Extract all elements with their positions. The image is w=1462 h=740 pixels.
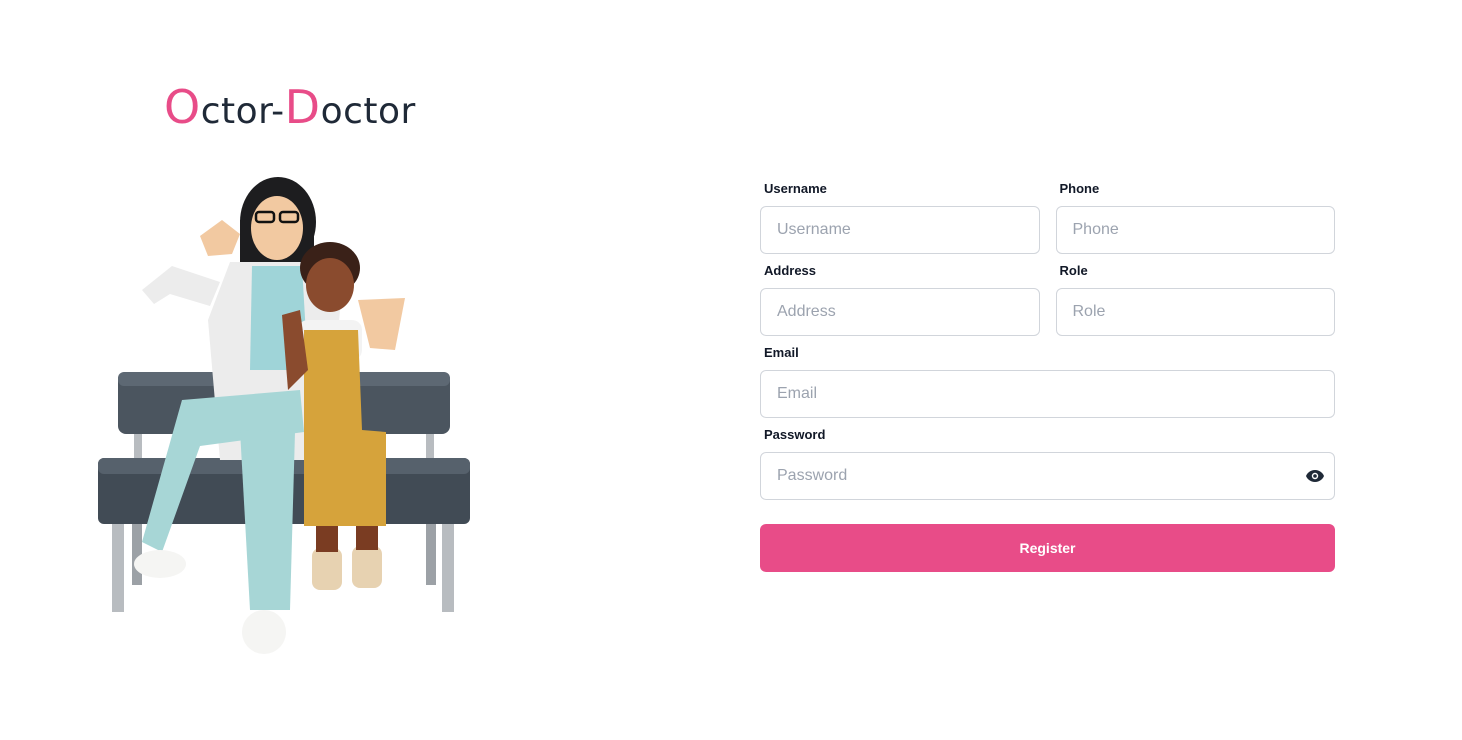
doctor-shoe (242, 610, 286, 654)
child-leg (316, 526, 338, 552)
address-field-group: Address (760, 262, 1040, 336)
phone-input[interactable] (1055, 206, 1335, 254)
child-shoe (352, 546, 382, 588)
form-row-username-phone: Username Phone (760, 180, 1335, 254)
password-label: Password (764, 427, 826, 442)
phone-label: Phone (1059, 181, 1100, 196)
logo-letter-o: O (164, 80, 201, 134)
doctor-hand-on-child (358, 298, 405, 350)
doctor-arm (142, 266, 220, 306)
email-label: Email (764, 345, 799, 360)
form-row-email: Email (760, 344, 1335, 418)
bench-arm-post (134, 430, 142, 460)
phone-field-group: Phone (1055, 180, 1335, 254)
email-input[interactable] (760, 370, 1335, 418)
form-row-password: Password (760, 426, 1335, 500)
bench-leg (132, 515, 142, 585)
bench-leg (112, 520, 124, 612)
address-label: Address (764, 263, 817, 278)
bench-leg (442, 520, 454, 612)
child-shoe (312, 548, 342, 590)
password-field-group: Password (760, 426, 1335, 500)
register-page: Octor-Doctor Username Username Phone Pho… (0, 0, 1462, 740)
username-label: Username (764, 181, 827, 196)
doctor-leg (240, 430, 295, 610)
bench-arm-post (426, 430, 434, 460)
username-input[interactable] (760, 206, 1040, 254)
role-input[interactable] (1055, 288, 1335, 336)
doctor-and-child-illustration (98, 177, 470, 654)
register-form: Username Phone Address Role (760, 180, 1335, 572)
address-input[interactable] (760, 288, 1040, 336)
form-row-address-role: Address Role (760, 262, 1335, 336)
bench-leg (426, 515, 436, 585)
role-field-group: Role (1055, 262, 1335, 336)
doctor-face (251, 196, 303, 260)
logo-text-part-2: octor (320, 91, 416, 132)
child-leg (356, 526, 378, 550)
doctor-shoe (134, 550, 186, 578)
username-field-group: Username (760, 180, 1040, 254)
eye-icon[interactable] (1305, 466, 1325, 486)
role-label: Role (1059, 263, 1088, 278)
child-face (306, 258, 354, 312)
email-field-group: Email (760, 344, 1335, 418)
logo-text-part-1: ctor- (200, 91, 285, 132)
register-button[interactable]: Register (760, 524, 1335, 572)
brand-logo: Octor-Doctor (164, 80, 416, 134)
password-input[interactable] (760, 452, 1335, 500)
doctor-hand (200, 220, 240, 256)
logo-letter-d: D (284, 80, 321, 134)
